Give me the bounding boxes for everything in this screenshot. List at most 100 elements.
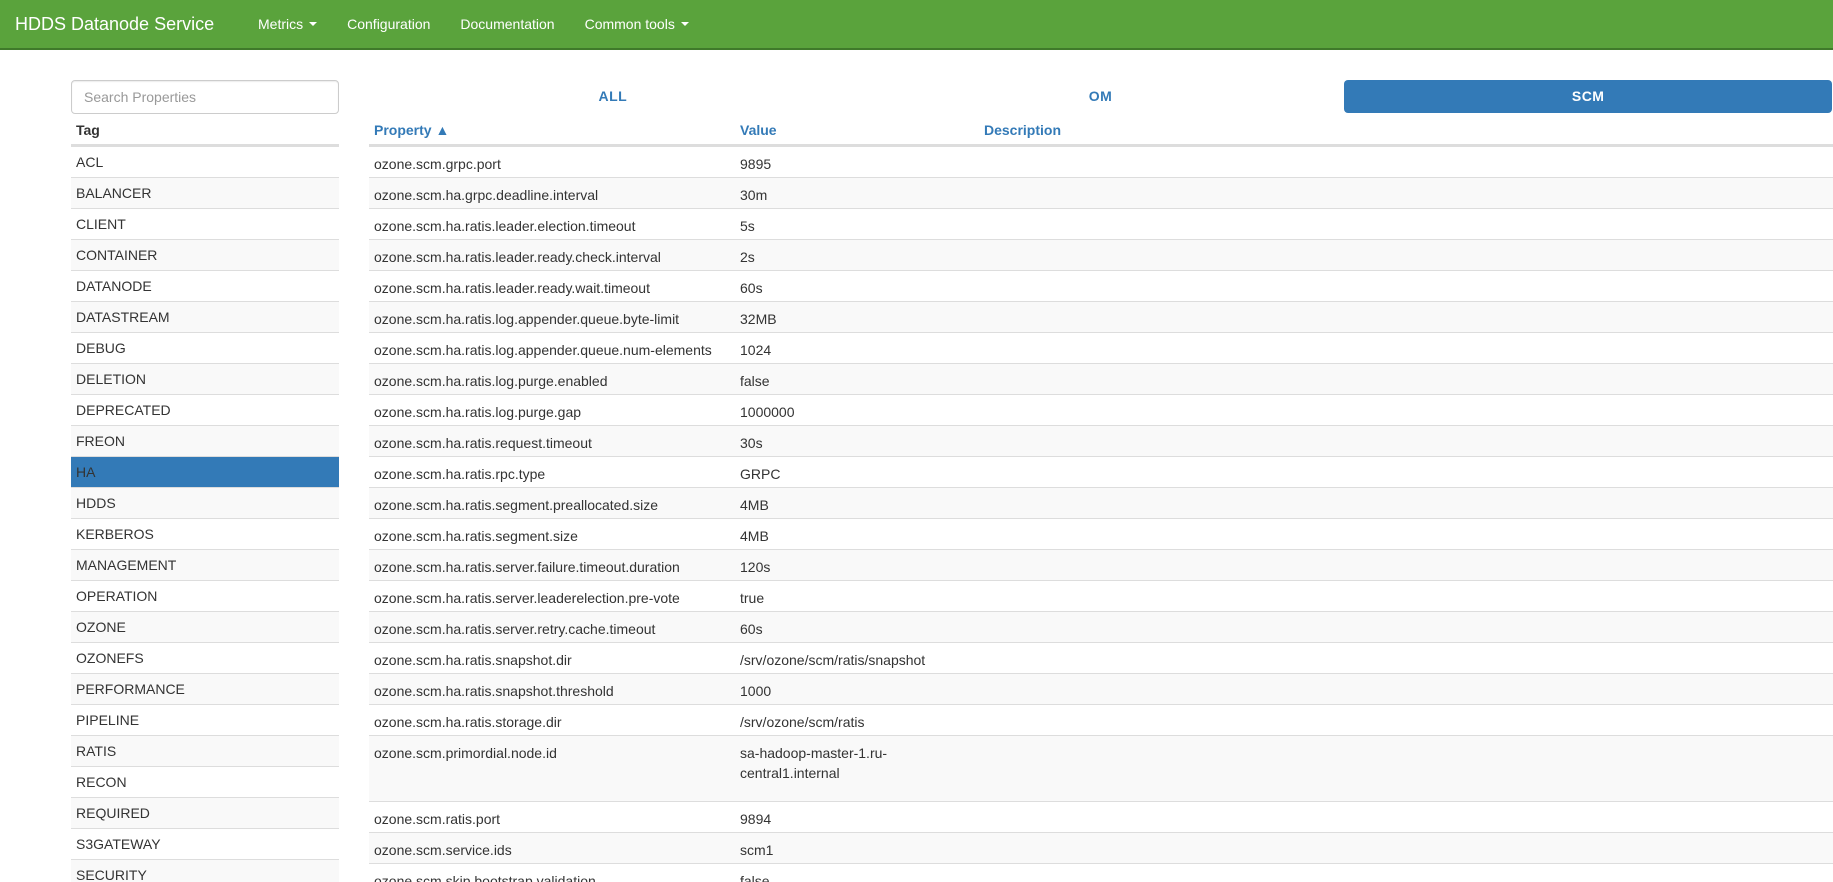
tag-item-security[interactable]: SECURITY	[71, 859, 339, 882]
tab-scm[interactable]: SCM	[1344, 80, 1833, 113]
description-column-header[interactable]: Description	[984, 117, 1061, 143]
value-cell: 60s	[740, 621, 763, 637]
value-cell: 4MB	[740, 528, 769, 544]
tag-item-s3gateway[interactable]: S3GATEWAY	[71, 828, 339, 859]
property-cell: ozone.scm.ha.ratis.request.timeout	[374, 435, 592, 451]
tag-item-deprecated[interactable]: DEPRECATED	[71, 394, 339, 425]
tag-item-debug[interactable]: DEBUG	[71, 332, 339, 363]
property-cell: ozone.scm.ha.ratis.leader.election.timeo…	[374, 218, 636, 234]
table-row: ozone.scm.ha.ratis.server.retry.cache.ti…	[369, 611, 1833, 642]
tag-item-acl[interactable]: ACL	[71, 146, 339, 177]
navbar: HDDS Datanode Service Metrics Configurat…	[0, 0, 1833, 50]
value-cell: scm1	[740, 842, 774, 858]
value-cell: 1024	[740, 342, 772, 358]
properties-table-header: Property ▲ Value Description	[369, 117, 1833, 146]
value-cell: 30s	[740, 435, 763, 451]
component-tabs: ALL OM SCM	[369, 80, 1833, 113]
search-input[interactable]	[71, 80, 339, 114]
value-cell: /srv/ozone/scm/ratis	[740, 714, 865, 730]
property-cell: ozone.scm.ha.ratis.segment.preallocated.…	[374, 497, 659, 513]
value-cell: false	[740, 373, 770, 389]
table-row: ozone.scm.grpc.port 9895	[369, 146, 1833, 177]
value-cell: 2s	[740, 249, 755, 265]
property-cell: ozone.scm.ha.ratis.rpc.type	[374, 466, 546, 482]
tag-item-deletion[interactable]: DELETION	[71, 363, 339, 394]
value-cell: GRPC	[740, 466, 781, 482]
table-row: ozone.scm.ha.ratis.log.purge.gap 1000000	[369, 394, 1833, 425]
tag-column-header: Tag	[71, 117, 339, 146]
tag-item-ratis[interactable]: RATIS	[71, 735, 339, 766]
property-cell: ozone.scm.ha.ratis.log.purge.gap	[374, 404, 582, 420]
tag-item-performance[interactable]: PERFORMANCE	[71, 673, 339, 704]
table-row: ozone.scm.ha.ratis.log.purge.enabled fals…	[369, 363, 1833, 394]
nav-documentation[interactable]: Documentation	[445, 16, 569, 32]
property-cell: ozone.scm.ha.ratis.snapshot.threshold	[374, 683, 614, 699]
value-cell: 60s	[740, 280, 763, 296]
property-cell: ozone.scm.ha.ratis.segment.size	[374, 528, 578, 544]
table-row: ozone.scm.ha.grpc.deadline.interval 30m	[369, 177, 1833, 208]
table-row: ozone.scm.ha.ratis.rpc.type GRPC	[369, 456, 1833, 487]
tag-item-client[interactable]: CLIENT	[71, 208, 339, 239]
table-row: ozone.scm.primordial.node.id sa-hadoop-ma…	[369, 735, 1833, 801]
table-row: ozone.scm.ha.ratis.log.appender.queue.nu…	[369, 332, 1833, 363]
table-row: ozone.scm.ha.ratis.request.timeout 30s	[369, 425, 1833, 456]
tag-item-ha[interactable]: HA	[71, 456, 339, 487]
chevron-down-icon	[309, 22, 318, 26]
tag-item-balancer[interactable]: BALANCER	[71, 177, 339, 208]
brand-title[interactable]: HDDS Datanode Service	[0, 14, 243, 35]
table-row: ozone.scm.ha.ratis.leader.election.timeo…	[369, 208, 1833, 239]
table-row: ozone.scm.ha.ratis.leader.ready.wait.tim…	[369, 270, 1833, 301]
property-cell: ozone.scm.ha.ratis.leader.ready.check.in…	[374, 249, 661, 265]
tag-item-management[interactable]: MANAGEMENT	[71, 549, 339, 580]
tag-item-ozone[interactable]: OZONE	[71, 611, 339, 642]
value-column-header[interactable]: Value	[740, 117, 777, 143]
properties-table-body: ozone.scm.grpc.port 9895 ozone.scm.ha.grpc…	[369, 146, 1833, 882]
property-column-header[interactable]: Property ▲	[374, 117, 449, 143]
nav-common-tools-dropdown[interactable]: Common tools	[570, 16, 704, 32]
nav-documentation-label: Documentation	[460, 16, 555, 32]
table-row: ozone.scm.ha.ratis.segment.size 4MB	[369, 518, 1833, 549]
value-cell: 30m	[740, 187, 768, 203]
property-cell: ozone.scm.ha.grpc.deadline.interval	[374, 187, 599, 203]
table-row: ozone.scm.ha.ratis.segment.preallocated.…	[369, 487, 1833, 518]
table-row: ozone.scm.ha.ratis.log.appender.queue.by…	[369, 301, 1833, 332]
value-cell: sa-hadoop-master-1.ru-central1.internal	[740, 745, 888, 781]
value-cell: 32MB	[740, 311, 777, 327]
tag-item-pipeline[interactable]: PIPELINE	[71, 704, 339, 735]
value-cell: 9894	[740, 811, 772, 827]
property-cell: ozone.scm.ha.ratis.snapshot.dir	[374, 652, 572, 668]
property-cell: ozone.scm.ha.ratis.storage.dir	[374, 714, 562, 730]
property-cell: ozone.scm.grpc.port	[374, 156, 501, 172]
tag-item-required[interactable]: REQUIRED	[71, 797, 339, 828]
tab-om[interactable]: OM	[857, 80, 1345, 113]
table-row: ozone.scm.ha.ratis.storage.dir/srv/ozone…	[369, 704, 1833, 735]
tag-item-freon[interactable]: FREON	[71, 425, 339, 456]
value-cell: 5s	[740, 218, 755, 234]
tab-all[interactable]: ALL	[369, 80, 857, 113]
tag-item-container[interactable]: CONTAINER	[71, 239, 339, 270]
tag-item-datanode[interactable]: DATANODE	[71, 270, 339, 301]
value-cell: 4MB	[740, 497, 769, 513]
tag-item-recon[interactable]: RECON	[71, 766, 339, 797]
nav-menu: Metrics Configuration Documentation Comm…	[243, 16, 704, 32]
nav-metrics-dropdown[interactable]: Metrics	[243, 16, 332, 32]
tag-item-kerberos[interactable]: KERBEROS	[71, 518, 339, 549]
property-cell: ozone.scm.ratis.port	[374, 811, 501, 827]
tag-item-ozonefs[interactable]: OZONEFS	[71, 642, 339, 673]
tag-item-hdds[interactable]: HDDS	[71, 487, 339, 518]
value-cell: 120s	[740, 559, 771, 575]
nav-configuration-label: Configuration	[347, 16, 431, 32]
tag-item-datastream[interactable]: DATASTREAM	[71, 301, 339, 332]
nav-configuration[interactable]: Configuration	[332, 16, 445, 32]
value-cell: 1000000	[740, 404, 795, 420]
property-cell: ozone.scm.ha.ratis.server.leaderelection…	[374, 590, 680, 606]
table-row: ozone.scm.ha.ratis.server.leaderelection…	[369, 580, 1833, 611]
value-cell: false	[740, 873, 770, 882]
property-cell: ozone.scm.service.ids	[374, 842, 512, 858]
value-cell: /srv/ozone/scm/ratis/snapshot	[740, 652, 926, 668]
table-row: ozone.scm.ha.ratis.snapshot.dir/srv/ozon…	[369, 642, 1833, 673]
table-row: ozone.scm.ha.ratis.leader.ready.check.in…	[369, 239, 1833, 270]
table-row: ozone.scm.ha.ratis.server.failure.timeou…	[369, 549, 1833, 580]
tag-item-operation[interactable]: OPERATION	[71, 580, 339, 611]
tag-list: ACL BALANCER CLIENT CONTAINER DATANODE DATAST…	[71, 146, 339, 882]
